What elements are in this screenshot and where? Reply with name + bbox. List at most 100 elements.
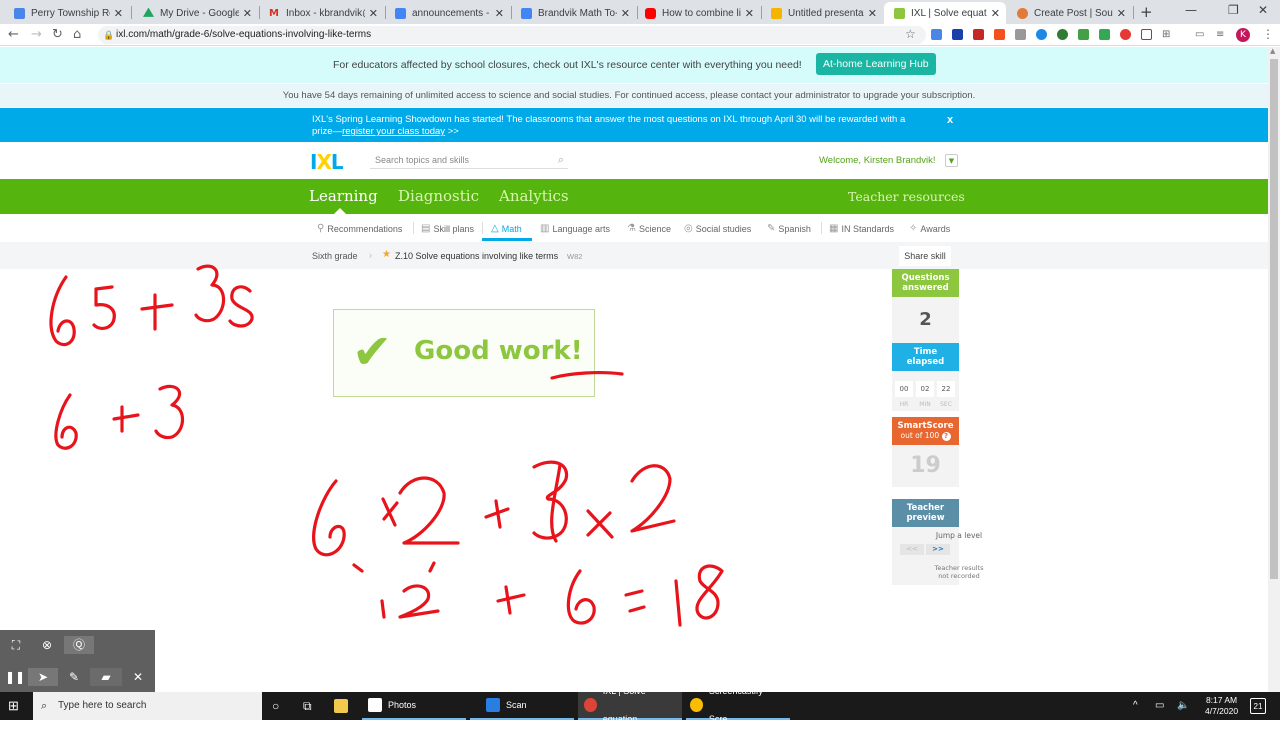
subnav-social-studies[interactable]: ◎ Social studies <box>684 223 751 234</box>
close-tab-icon[interactable]: ✕ <box>369 7 378 20</box>
task-view-icon[interactable]: ⧉ <box>303 692 312 720</box>
browser-tab[interactable]: Perry Township Resourc ✕ <box>4 2 129 24</box>
subnav-skill-plans[interactable]: ▤ Skill plans <box>421 223 474 234</box>
math-icon: △ <box>491 223 499 234</box>
taskbar-search-input[interactable]: ⌕ Type here to search <box>33 692 262 720</box>
scrollbar-thumb[interactable] <box>1270 59 1278 579</box>
url-input[interactable]: 🔒 ixl.com/math/grade-6/solve-equations-in… <box>98 26 926 44</box>
page-scrollbar[interactable]: ▲ <box>1268 47 1280 692</box>
translate-extension-icon[interactable] <box>931 29 942 40</box>
cortana-icon[interactable]: ○ <box>272 692 279 720</box>
browser-tab[interactable]: Untitled presentation - ✕ <box>761 2 883 24</box>
compass-extension-icon[interactable] <box>1036 29 1047 40</box>
restore-button[interactable]: ❐ <box>1228 3 1239 17</box>
eraser-tool-icon[interactable]: ▰ <box>90 668 122 686</box>
nav-teacher-resources[interactable]: Teacher resources <box>848 189 965 204</box>
home-button[interactable]: ⌂ <box>73 27 81 42</box>
screencastify-extension-icon[interactable] <box>1141 29 1152 40</box>
action-center-button[interactable]: 21 <box>1250 698 1266 714</box>
forward-button[interactable]: → <box>31 27 42 42</box>
nav-diagnostic[interactable]: Diagnostic <box>398 187 479 205</box>
taskbar-app-ixl[interactable]: IXL | Solve equation... <box>578 686 682 724</box>
search-input[interactable]: Search topics and skills ⌕ <box>370 151 568 169</box>
nav-analytics[interactable]: Analytics <box>499 187 569 205</box>
close-tab-icon[interactable]: ✕ <box>243 7 252 20</box>
close-window-button[interactable]: ✕ <box>1258 3 1268 17</box>
close-banner-button[interactable]: x <box>947 114 953 126</box>
close-tab-icon[interactable]: ✕ <box>991 7 1000 20</box>
help-icon[interactable]: ? <box>941 432 951 441</box>
account-dropdown-button[interactable]: ▼ <box>945 154 958 167</box>
volume-icon[interactable]: 🔈 <box>1177 692 1189 720</box>
pen-tool-icon[interactable]: ✎ <box>64 668 84 686</box>
signal-extension-icon[interactable] <box>1078 29 1089 40</box>
register-class-link[interactable]: register your class today <box>342 126 445 137</box>
media-icon[interactable]: ≡ <box>1216 29 1227 40</box>
subnav-spanish[interactable]: ✎ Spanish <box>767 223 811 234</box>
share-skill-button[interactable]: Share skill <box>899 246 951 266</box>
close-tab-icon[interactable]: ✕ <box>114 7 123 20</box>
star-icon: ★ <box>382 249 391 260</box>
subnav-awards[interactable]: ✧ Awards <box>909 223 950 234</box>
taskbar-app-scan[interactable]: Scan <box>470 692 574 720</box>
bookmark-star-icon[interactable]: ☆ <box>905 27 916 41</box>
nav-learning[interactable]: Learning <box>309 187 378 205</box>
subnav-recommendations[interactable]: ⚲ Recommendations <box>317 223 402 234</box>
close-tab-icon[interactable]: ✕ <box>1117 7 1126 20</box>
show-hidden-icons[interactable]: ^ <box>1133 692 1138 720</box>
highlighter-extension-icon[interactable] <box>994 29 1005 40</box>
learning-hub-button[interactable]: At-home Learning Hub <box>816 53 936 75</box>
close-toolbar-icon[interactable]: ✕ <box>130 668 146 686</box>
subnav-in-standards[interactable]: ▦ IN Standards <box>829 223 894 234</box>
pen-annotations <box>49 264 724 627</box>
reload-button[interactable]: ↻ <box>52 27 63 42</box>
cast-icon[interactable]: ▭ <box>1195 29 1206 40</box>
record-extension-icon[interactable] <box>1120 29 1131 40</box>
pointer-tool-icon[interactable]: ➤ <box>28 668 58 686</box>
close-tab-icon[interactable]: ✕ <box>868 7 877 20</box>
subnav-math[interactable]: △ Math <box>491 223 522 234</box>
close-tab-icon[interactable]: ✕ <box>495 7 504 20</box>
taskbar-app-photos[interactable]: Photos <box>362 692 466 720</box>
click-highlight-icon[interactable]: Ⓠ <box>64 636 94 654</box>
pause-icon[interactable]: ❚❚ <box>5 668 25 686</box>
browser-tab[interactable]: Create Post | Southport ✕ <box>1007 2 1132 24</box>
system-clock[interactable]: 8:17 AM 4/7/2020 <box>1205 695 1238 717</box>
taskbar-app-screencastify[interactable]: Screencastify - Scre... <box>686 686 790 724</box>
browser-tab[interactable]: How to combine like te ✕ <box>635 2 760 24</box>
c-extension-icon[interactable] <box>952 29 963 40</box>
search-placeholder: Search topics and skills <box>375 155 470 165</box>
profile-avatar[interactable]: K <box>1236 28 1250 42</box>
cursor-highlight-icon[interactable]: ⊗ <box>38 636 56 654</box>
ixl-logo[interactable]: IXL <box>310 152 362 172</box>
apps-extension-icon[interactable]: ⊞ <box>1162 29 1173 40</box>
file-explorer-icon[interactable] <box>334 692 354 720</box>
previous-level-button[interactable]: << <box>900 544 924 555</box>
close-tab-icon[interactable]: ✕ <box>621 7 630 20</box>
new-tab-button[interactable]: + <box>1140 3 1153 21</box>
browser-tab[interactable]: M Inbox - kbrandvik@per ✕ <box>259 2 384 24</box>
minimize-button[interactable]: — <box>1185 3 1197 17</box>
browser-tab-active[interactable]: IXL | Solve equations in ✕ <box>884 2 1006 24</box>
browser-tab[interactable]: announcements - Goog ✕ <box>385 2 510 24</box>
focus-mode-icon[interactable]: ⛶ <box>8 636 24 654</box>
subnav-science[interactable]: ⚗ Science <box>627 223 671 234</box>
browser-tab[interactable]: My Drive - Google Driv ✕ <box>133 2 258 24</box>
browser-tab[interactable]: Brandvik Math To- Do L ✕ <box>511 2 636 24</box>
search-icon[interactable]: ⌕ <box>558 151 564 169</box>
address-bar-row: ← → ↻ ⌂ 🔒 ixl.com/math/grade-6/solve-equa… <box>0 24 1280 46</box>
windows-start-icon[interactable]: ⊞ <box>8 698 19 714</box>
close-tab-icon[interactable]: ✕ <box>745 7 754 20</box>
lp-extension-icon[interactable] <box>1057 29 1068 40</box>
back-button[interactable]: ← <box>8 27 19 42</box>
scroll-up-arrow[interactable]: ▲ <box>1270 47 1275 55</box>
battery-icon[interactable]: ▭ <box>1155 692 1164 720</box>
classroom-extension-icon[interactable] <box>1099 29 1110 40</box>
awards-icon: ✧ <box>909 223 918 234</box>
browser-menu-icon[interactable]: ⋮ <box>1262 27 1274 41</box>
next-level-button[interactable]: >> <box>926 544 950 555</box>
copy-extension-icon[interactable] <box>1015 29 1026 40</box>
book-extension-icon[interactable] <box>973 29 984 40</box>
subnav-language-arts[interactable]: ▥ Language arts <box>540 223 610 234</box>
breadcrumb-grade[interactable]: Sixth grade <box>312 251 358 261</box>
